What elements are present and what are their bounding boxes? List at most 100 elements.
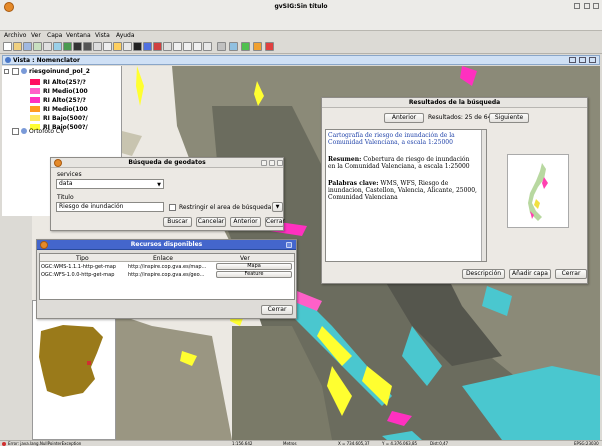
siguiente-button[interactable]: Siguiente <box>489 113 529 123</box>
search-dialog: Búsqueda de geodatos services data ▼ Tit… <box>50 157 285 231</box>
search-title-text: Búsqueda de geodatos <box>128 159 206 166</box>
column-header-tipo[interactable]: Tipo <box>76 255 89 262</box>
view-restore-icon[interactable] <box>569 57 576 63</box>
menu-ventana[interactable]: Ventana <box>66 32 91 39</box>
view-close-icon[interactable] <box>589 57 596 63</box>
column-header-ver[interactable]: Ver <box>240 255 250 262</box>
catalog-icon[interactable] <box>241 42 250 51</box>
overview-map[interactable] <box>32 300 116 440</box>
descripcion-button[interactable]: Descripción <box>462 269 505 279</box>
expand-options-button[interactable]: ▼ <box>272 202 283 212</box>
search-anterior-button[interactable]: Anterior <box>230 217 261 227</box>
results-count: Resultados: 25 de 64 <box>428 114 492 121</box>
view-maximize-icon[interactable] <box>579 57 586 63</box>
results-description[interactable]: Cartografía de riesgo de inundación de l… <box>325 129 487 262</box>
info-icon[interactable] <box>133 42 142 51</box>
results-scrollbar[interactable] <box>481 130 486 261</box>
resources-table: Tipo Enlace Ver OGC:WMS-1.1.1-http-get-m… <box>39 253 295 300</box>
status-bar: Error: java.lang.NullPointerException 1:… <box>0 440 602 446</box>
area-icon[interactable] <box>163 42 172 51</box>
anterior-button[interactable]: Anterior <box>384 113 424 123</box>
cell-enlace[interactable]: http://inspire.cop.gva.es/geo... <box>128 272 204 278</box>
menu-archivo[interactable]: Archivo <box>4 32 26 39</box>
table-icon[interactable] <box>229 42 238 51</box>
legend-label: RI Bajo(500?/ <box>43 115 88 122</box>
ver-mapa-button[interactable]: Mapa <box>216 263 292 270</box>
status-distance: Dist:0,47 <box>430 441 449 446</box>
legend-label: RI Medio(100 <box>43 88 88 95</box>
ver-feature-button[interactable]: Feature <box>216 271 292 278</box>
zoom-full-icon[interactable] <box>113 42 122 51</box>
delete-icon[interactable] <box>83 42 92 51</box>
table-row[interactable]: OGC:WMS-1.1.1-http-get-map http://inspir… <box>40 263 294 271</box>
error-icon <box>2 442 6 446</box>
legend-label: RI Alto(25?/? <box>43 79 86 86</box>
menu-ver[interactable]: Ver <box>31 32 41 39</box>
buscar-button[interactable]: Buscar <box>163 217 192 227</box>
resources-menu-icon[interactable] <box>40 241 48 249</box>
close-icon[interactable] <box>593 3 599 9</box>
resources-cerrar-button[interactable]: Cerrar <box>261 305 293 315</box>
status-scale[interactable]: 1:156.642 <box>232 441 252 446</box>
search-minimize-icon[interactable] <box>261 160 267 166</box>
save-icon[interactable] <box>23 42 32 51</box>
column-header-enlace[interactable]: Enlace <box>153 255 173 262</box>
menu-capa[interactable]: Capa <box>47 32 62 39</box>
point-select-icon[interactable] <box>193 42 202 51</box>
circle-select-icon[interactable] <box>203 42 212 51</box>
locate-icon[interactable] <box>143 42 152 51</box>
polygon-select-icon[interactable] <box>183 42 192 51</box>
titulo-input[interactable]: Riesgo de inundación <box>56 202 164 212</box>
cancelar-button[interactable]: Cancelar <box>196 217 226 227</box>
legend-label: RI Medio(100 <box>43 106 88 113</box>
services-select[interactable]: data ▼ <box>56 179 164 189</box>
layers-icon[interactable] <box>63 42 72 51</box>
clear-icon[interactable] <box>73 42 82 51</box>
ortofoto-checkbox[interactable] <box>12 128 19 135</box>
cell-enlace[interactable]: http://inspire.cop.gva.es/map... <box>128 264 206 270</box>
open-icon[interactable] <box>13 42 22 51</box>
anadir-capa-button[interactable]: Añadir capa <box>509 269 551 279</box>
zoom-in-icon[interactable] <box>53 42 62 51</box>
search-maximize-icon[interactable] <box>269 160 275 166</box>
view-title: Vista : Nomenclator <box>13 57 81 64</box>
layer-group-icon <box>21 68 27 74</box>
resources-close-icon[interactable] <box>286 242 292 248</box>
zoom-prev-icon[interactable] <box>123 42 132 51</box>
search-close-icon[interactable] <box>277 160 283 166</box>
view-icon <box>5 57 11 63</box>
zoom-out-icon[interactable] <box>93 42 102 51</box>
new-icon[interactable] <box>3 42 12 51</box>
gazetteer-icon[interactable] <box>253 42 262 51</box>
palabras-label: Palabras clave: <box>328 180 379 187</box>
legend-swatch <box>30 106 40 112</box>
result-thumbnail <box>507 154 569 228</box>
menu-vista[interactable]: Vista <box>95 32 110 39</box>
maximize-icon[interactable] <box>584 3 590 9</box>
measure-icon[interactable] <box>153 42 162 51</box>
print-icon[interactable] <box>217 42 226 51</box>
search-cerrar-button[interactable]: Cerrar <box>265 217 285 227</box>
legend-label: RI Alto(25?/? <box>43 97 86 104</box>
result-heading[interactable]: Cartografía de riesgo de inundación de l… <box>328 132 478 146</box>
resources-dialog: Recursos disponibles Tipo Enlace Ver OGC… <box>36 239 297 319</box>
menu-ayuda[interactable]: Ayuda <box>116 32 135 39</box>
zoom-select-icon[interactable] <box>43 42 52 51</box>
minimize-icon[interactable] <box>574 3 580 9</box>
titulo-label: Titulo <box>57 194 74 201</box>
restringir-checkbox[interactable] <box>169 204 176 211</box>
layer-group-name[interactable]: riesgoinund_pol_2 <box>29 68 90 75</box>
results-cerrar-button[interactable]: Cerrar <box>555 269 587 279</box>
resources-table-header: Tipo Enlace Ver <box>40 254 294 262</box>
pan-icon[interactable] <box>103 42 112 51</box>
layer-name-ortofoto[interactable]: Ortofoto CV <box>29 128 64 135</box>
expand-icon[interactable] <box>4 69 9 74</box>
dialog-menu-icon[interactable] <box>54 159 62 167</box>
layer-checkbox[interactable] <box>12 68 19 75</box>
select-icon[interactable] <box>33 42 42 51</box>
rectangle-select-icon[interactable] <box>173 42 182 51</box>
table-row[interactable]: OGC:WFS-1.0.0-http-get-map http://inspir… <box>40 271 294 279</box>
legend-swatch <box>30 88 40 94</box>
status-units[interactable]: Metros <box>283 441 297 446</box>
add-layer-icon[interactable] <box>265 42 274 51</box>
